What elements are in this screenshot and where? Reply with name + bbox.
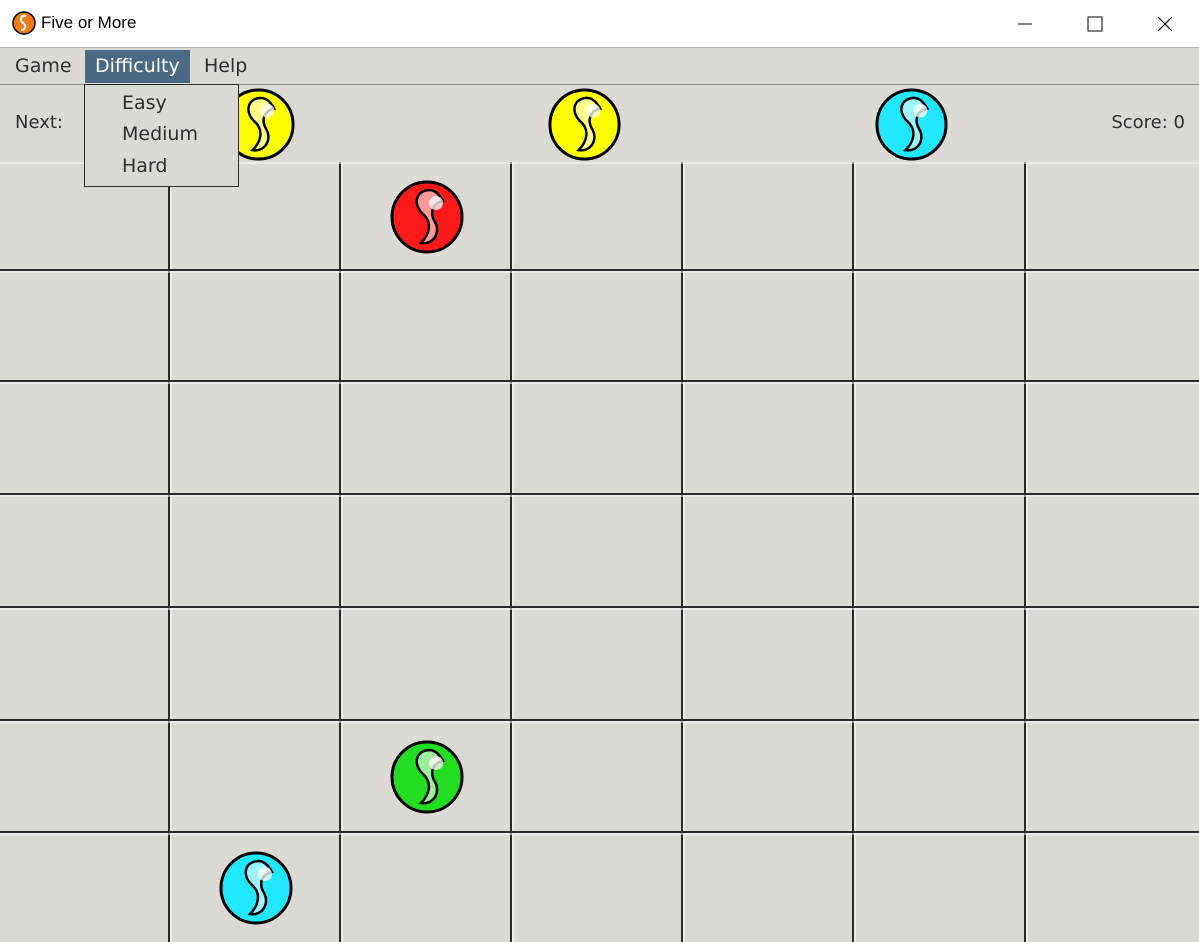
score-label: Score: 0 xyxy=(1111,112,1185,133)
menu-game[interactable]: Game xyxy=(5,50,82,83)
board-cell[interactable] xyxy=(170,271,341,382)
board-cell[interactable] xyxy=(683,162,854,271)
menu-help[interactable]: Help xyxy=(194,50,257,83)
menu-bar: Game Difficulty Help xyxy=(0,47,1199,85)
board-cell[interactable] xyxy=(1026,495,1199,608)
title-bar: Five or More xyxy=(0,0,1199,47)
board-cell[interactable] xyxy=(854,833,1026,942)
board-cell[interactable] xyxy=(0,608,170,721)
maximize-button[interactable] xyxy=(1060,0,1130,47)
difficulty-hard-option[interactable]: Hard xyxy=(122,155,167,177)
five-or-more-app-icon xyxy=(12,11,36,35)
board-cell[interactable] xyxy=(170,608,341,721)
game-window: Five or More Game Difficulty Help Next: … xyxy=(0,0,1199,942)
board-cell[interactable] xyxy=(341,271,512,382)
board-cell[interactable] xyxy=(170,721,341,833)
board-cell[interactable] xyxy=(683,495,854,608)
window-title: Five or More xyxy=(41,13,137,32)
board-cell[interactable] xyxy=(0,382,170,495)
board-cell[interactable] xyxy=(512,162,683,271)
board-cell[interactable] xyxy=(1026,608,1199,721)
menu-difficulty[interactable]: Difficulty xyxy=(85,50,190,83)
board-cell[interactable] xyxy=(0,833,170,942)
board-cell[interactable] xyxy=(170,382,341,495)
board-cell[interactable] xyxy=(512,833,683,942)
board-cell[interactable] xyxy=(683,833,854,942)
ball-cyan[interactable] xyxy=(218,850,294,926)
board-cell[interactable] xyxy=(854,382,1026,495)
board-cell[interactable] xyxy=(512,495,683,608)
board-cell[interactable] xyxy=(683,721,854,833)
board-cell[interactable] xyxy=(512,608,683,721)
ball-green[interactable] xyxy=(389,739,465,815)
board-cell[interactable] xyxy=(1026,721,1199,833)
board-cell[interactable] xyxy=(0,721,170,833)
board-cell[interactable] xyxy=(854,271,1026,382)
difficulty-easy-option[interactable]: Easy xyxy=(122,92,167,114)
ball-red[interactable] xyxy=(389,179,465,255)
board-cell[interactable] xyxy=(854,608,1026,721)
next-ball-yellow xyxy=(547,87,622,162)
board-cell[interactable] xyxy=(341,382,512,495)
next-ball-cyan xyxy=(874,87,949,162)
board-cell[interactable] xyxy=(341,833,512,942)
board-cell[interactable] xyxy=(854,721,1026,833)
board-cell[interactable] xyxy=(1026,833,1199,942)
minimize-icon xyxy=(1018,23,1032,24)
minimize-button[interactable] xyxy=(990,0,1060,47)
difficulty-dropdown: Easy Medium Hard xyxy=(84,84,239,187)
game-board[interactable] xyxy=(0,162,1199,942)
difficulty-medium-option[interactable]: Medium xyxy=(122,123,198,145)
board-cell[interactable] xyxy=(512,271,683,382)
next-label: Next: xyxy=(15,112,63,133)
close-button[interactable] xyxy=(1130,0,1199,47)
board-cell[interactable] xyxy=(341,495,512,608)
board-cell[interactable] xyxy=(1026,271,1199,382)
board-cell[interactable] xyxy=(854,495,1026,608)
board-cell[interactable] xyxy=(0,271,170,382)
close-icon xyxy=(1157,16,1173,31)
board-cell[interactable] xyxy=(1026,382,1199,495)
board-cell[interactable] xyxy=(854,162,1026,271)
board-cell[interactable] xyxy=(0,495,170,608)
board-cell[interactable] xyxy=(683,608,854,721)
board-cell[interactable] xyxy=(170,495,341,608)
board-cell[interactable] xyxy=(683,382,854,495)
board-cell[interactable] xyxy=(683,271,854,382)
board-cell[interactable] xyxy=(1026,162,1199,271)
board-cell[interactable] xyxy=(512,382,683,495)
maximize-icon xyxy=(1087,16,1103,31)
board-cell[interactable] xyxy=(512,721,683,833)
board-cell[interactable] xyxy=(341,608,512,721)
